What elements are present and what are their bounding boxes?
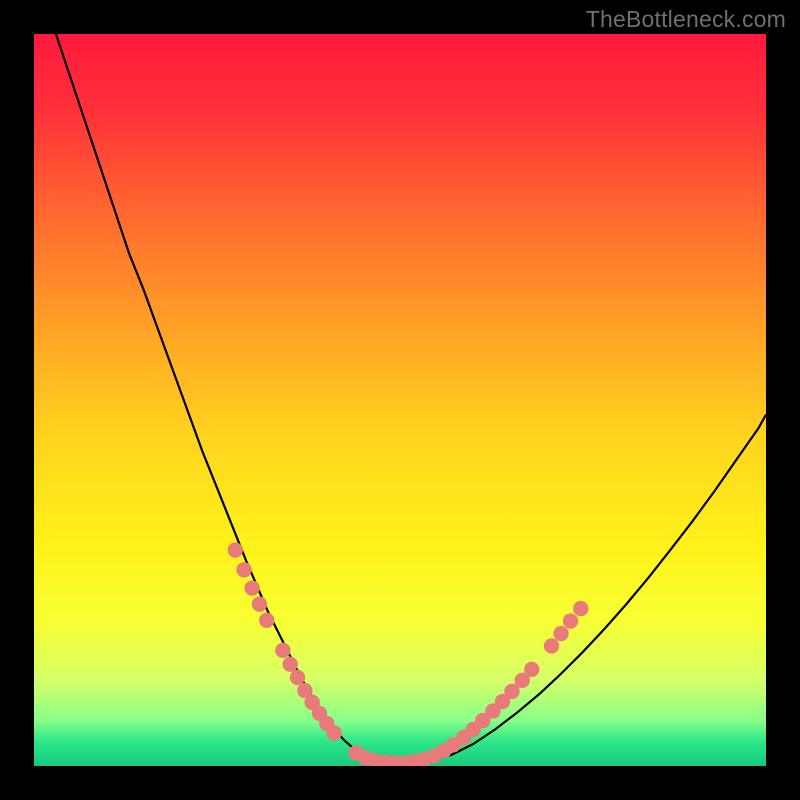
curve-marker [275, 643, 290, 658]
curve-marker [228, 542, 243, 557]
marker-group [228, 542, 589, 766]
curve-marker [244, 580, 259, 595]
curve-marker [236, 562, 251, 577]
watermark-text: TheBottleneck.com [586, 6, 786, 33]
chart-frame [34, 34, 766, 766]
chart-overlay [34, 34, 766, 766]
curve-marker [290, 670, 305, 685]
curve-marker [252, 597, 267, 612]
curve-marker [259, 613, 274, 628]
curve-marker [283, 657, 298, 672]
curve-marker [524, 662, 539, 677]
curve-marker [326, 725, 341, 740]
curve-marker [553, 626, 568, 641]
curve-marker [563, 613, 578, 628]
curve-marker [573, 601, 588, 616]
bottleneck-curve [56, 34, 766, 763]
curve-marker [544, 638, 559, 653]
